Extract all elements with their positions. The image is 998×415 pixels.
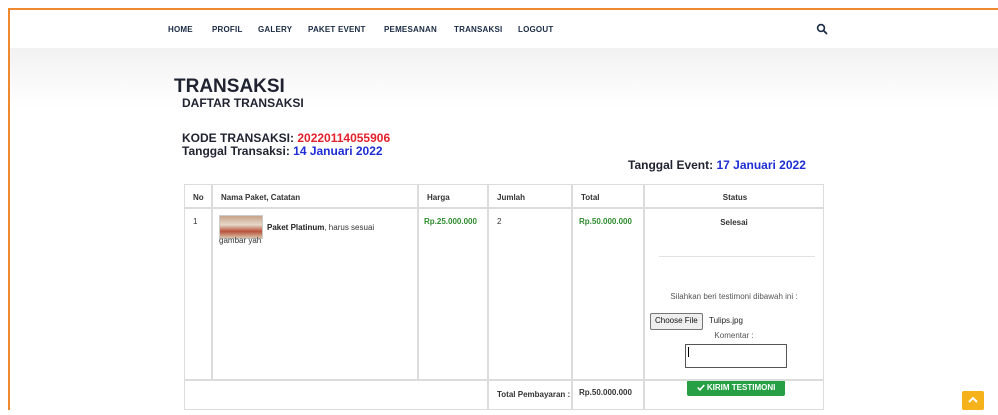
- total-pembayaran-value: Rp.50.000.000: [572, 380, 644, 410]
- total-pembayaran-label: Total Pembayaran :: [488, 380, 572, 410]
- top-navbar: HOME PROFIL GALERY PAKET EVENT PEMESANAN…: [10, 10, 998, 48]
- header-nama-paket: Nama Paket, Catatan: [212, 184, 418, 208]
- status-badge: Selesai: [720, 218, 748, 227]
- search-icon[interactable]: [816, 22, 828, 35]
- selected-file-name: Tulips.jpg: [709, 316, 743, 325]
- event-date-value: 17 Januari 2022: [716, 158, 806, 172]
- choose-file-button[interactable]: Choose File: [650, 313, 703, 330]
- event-date-label: Tanggal Event:: [628, 158, 714, 172]
- nav-profil[interactable]: PROFIL: [212, 25, 243, 34]
- event-date: Tanggal Event: 17 Januari 2022: [628, 158, 806, 172]
- komentar-label: Komentar :: [714, 331, 754, 340]
- transaction-table: No Nama Paket, Catatan Harga Jumlah Tota…: [184, 184, 824, 410]
- status-divider: [659, 256, 815, 257]
- nav-home[interactable]: HOME: [168, 25, 193, 34]
- page-title: TRANSAKSI: [174, 76, 285, 97]
- page-subtitle: DAFTAR TRANSAKSI: [182, 96, 304, 110]
- hero-background: [10, 48, 998, 108]
- header-status: Status: [644, 184, 824, 208]
- row-total: Rp.50.000.000: [572, 208, 644, 380]
- chevron-up-icon: [962, 396, 984, 414]
- testimoni-prompt: Silahkan beri testimoni dibawah ini :: [670, 292, 798, 301]
- scroll-to-top-button[interactable]: [962, 391, 984, 410]
- header-total: Total: [572, 184, 644, 208]
- nav-transaksi[interactable]: TRANSAKSI: [454, 25, 502, 34]
- transaction-code: KODE TRANSAKSI: 20220114055906: [182, 131, 390, 145]
- package-name: Paket Platinum: [267, 223, 325, 232]
- row-status: Selesai Silahkan beri testimoni dibawah …: [644, 208, 824, 396]
- row-jumlah: 2: [488, 208, 572, 380]
- nav-logout[interactable]: LOGOUT: [518, 25, 553, 34]
- transaction-code-label: KODE TRANSAKSI:: [182, 131, 295, 145]
- nav-pemesanan[interactable]: PEMESANAN: [384, 25, 437, 34]
- browser-frame: HOME PROFIL GALERY PAKET EVENT PEMESANAN…: [8, 8, 998, 410]
- footer-empty: [184, 380, 488, 410]
- row-nama-paket: Paket Platinum, harus sesuai gambar yah: [212, 208, 418, 380]
- row-no: 1: [184, 208, 212, 380]
- transaction-date-label: Tanggal Transaksi:: [182, 144, 290, 158]
- komentar-textarea[interactable]: [685, 344, 787, 368]
- nav-paket-event[interactable]: PAKET EVENT: [308, 25, 366, 34]
- header-jumlah: Jumlah: [488, 184, 572, 208]
- transaction-date: Tanggal Transaksi: 14 Januari 2022: [182, 144, 383, 158]
- transaction-date-value: 14 Januari 2022: [293, 144, 383, 158]
- header-harga: Harga: [418, 184, 488, 208]
- transaction-code-value: 20220114055906: [297, 131, 391, 145]
- header-no: No: [184, 184, 212, 208]
- footer-status-empty: [644, 380, 824, 410]
- nav-galery[interactable]: GALERY: [258, 25, 292, 34]
- row-harga: Rp.25.000.000: [418, 208, 488, 380]
- package-description: Paket Platinum, harus sesuai gambar yah: [219, 221, 389, 247]
